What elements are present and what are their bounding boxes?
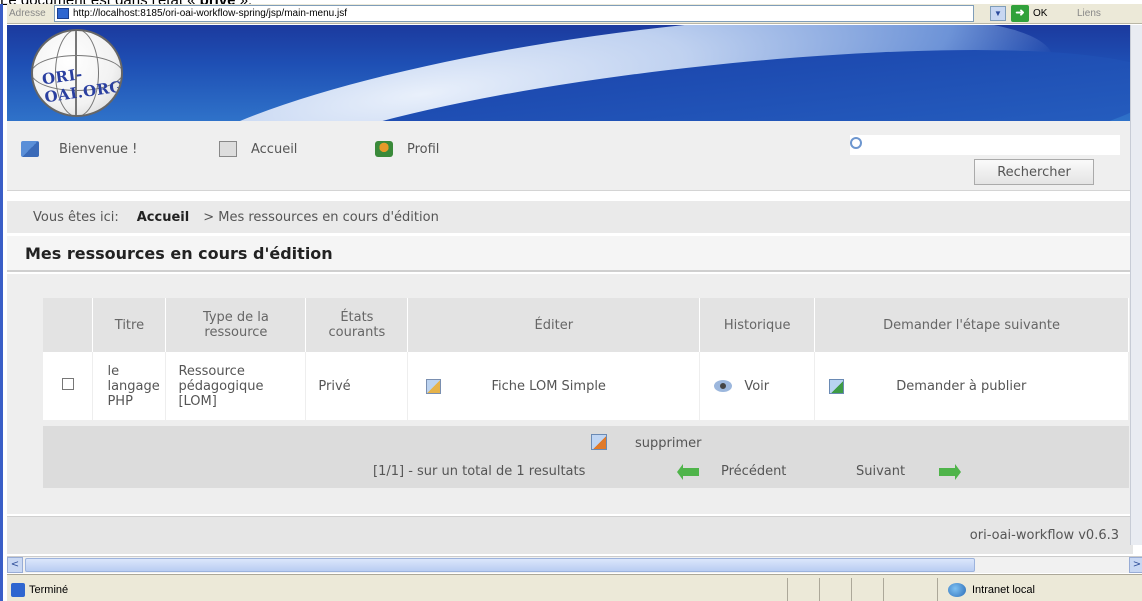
view-icon[interactable] [714, 380, 733, 392]
breadcrumb-current: > Mes ressources en cours d'édition [203, 209, 439, 225]
nav-home[interactable]: Accueil [219, 139, 297, 159]
scroll-right-icon[interactable]: > [1129, 557, 1142, 573]
header-type: Type de la ressource [165, 298, 307, 352]
cell-next-step: Demander à publier [814, 352, 1129, 420]
next-link[interactable]: Suivant [856, 464, 905, 479]
header-history: Historique [699, 298, 816, 352]
search-box: Rechercher [850, 135, 1120, 185]
delete-icon[interactable] [591, 434, 607, 450]
address-label: Adresse [9, 8, 46, 19]
status-bar: Terminé Intranet local [7, 574, 1142, 601]
links-toolbar[interactable]: Liens [1077, 8, 1101, 19]
breadcrumb: Vous êtes ici: Accueil > Mes ressources … [7, 201, 1133, 233]
security-zone-label: Intranet local [972, 584, 1035, 596]
header-states: États courants [305, 298, 409, 352]
scroll-thumb[interactable] [25, 558, 975, 572]
cell-title: le langage PHP [92, 352, 167, 420]
table-footer: supprimer [1/1] - sur un total de 1 resu… [43, 426, 1129, 488]
nav-welcome-label: Bienvenue ! [59, 141, 138, 157]
version-footer: ori-oai-workflow v0.6.3 [7, 516, 1133, 554]
site-banner: ORI-OAI.ORG [7, 25, 1133, 121]
main-nav: Bienvenue ! Accueil Profil Rechercher [7, 121, 1133, 191]
row-select-cell [43, 352, 94, 420]
page-status-icon [11, 583, 25, 597]
ori-oai-logo[interactable]: ORI-OAI.ORG [31, 29, 123, 117]
request-publish-link[interactable]: Demander à publier [896, 379, 1026, 394]
horizontal-scrollbar[interactable]: < > [7, 556, 1142, 573]
go-arrow-icon[interactable]: ➜ [1011, 5, 1029, 22]
security-zone[interactable]: Intranet local [937, 578, 1142, 601]
nav-welcome[interactable]: Bienvenue ! [21, 139, 137, 159]
edit-link[interactable]: Fiche LOM Simple [492, 379, 606, 394]
pagination-info: [1/1] - sur un total de 1 resultats [373, 464, 586, 479]
row-checkbox[interactable] [61, 378, 74, 390]
page-favicon-icon [57, 8, 69, 19]
header-edit: Éditer [407, 298, 701, 352]
previous-arrow-icon[interactable] [677, 464, 699, 480]
profile-icon [375, 141, 393, 157]
url-text[interactable]: http://localhost:8185/ori-oai-workflow-s… [73, 8, 347, 19]
next-arrow-icon[interactable] [939, 464, 961, 480]
scroll-left-icon[interactable]: < [7, 557, 23, 573]
address-field[interactable]: http://localhost:8185/ori-oai-workflow-s… [54, 5, 974, 22]
address-dropdown-icon[interactable]: ▼ [990, 6, 1006, 21]
search-icon [850, 137, 862, 149]
search-button[interactable]: Rechercher [974, 159, 1094, 185]
vertical-scrollbar[interactable] [1130, 25, 1142, 545]
view-history-link[interactable]: Voir [744, 379, 769, 394]
edit-icon[interactable] [426, 378, 442, 394]
cell-edit: Fiche LOM Simple [407, 352, 701, 420]
go-button-label[interactable]: OK [1033, 8, 1047, 19]
delete-link[interactable]: supprimer [635, 436, 701, 451]
status-text: Terminé [29, 584, 69, 596]
browser-window: Adresse http://localhost:8185/ori-oai-wo… [0, 4, 1142, 601]
page-title: Mes ressources en cours d'édition [7, 236, 1133, 272]
resources-panel: Titre Type de la ressource États courant… [7, 274, 1133, 514]
publish-icon[interactable] [829, 378, 845, 394]
nav-profile[interactable]: Profil [375, 139, 439, 159]
intranet-globe-icon [948, 583, 966, 597]
search-input[interactable] [868, 135, 1118, 155]
cell-type: Ressource pédagogique [LOM] [165, 352, 307, 420]
welcome-icon [21, 141, 39, 157]
breadcrumb-prefix: Vous êtes ici: [33, 209, 119, 225]
header-title: Titre [92, 298, 167, 352]
address-bar: Adresse http://localhost:8185/ori-oai-wo… [7, 4, 1142, 24]
table-header-row: Titre Type de la ressource États courant… [43, 298, 1129, 352]
header-next-step: Demander l'étape suivante [814, 298, 1129, 352]
resources-table: Titre Type de la ressource États courant… [43, 298, 1129, 420]
header-select [43, 298, 94, 352]
cell-state: Privé [305, 352, 409, 420]
previous-link[interactable]: Précédent [721, 464, 786, 479]
home-icon [219, 141, 237, 157]
breadcrumb-home-link[interactable]: Accueil [137, 210, 189, 225]
cell-history: Voir [699, 352, 816, 420]
nav-home-label: Accueil [251, 141, 298, 157]
table-row: le langage PHP Ressource pédagogique [LO… [43, 352, 1129, 420]
nav-profile-label: Profil [407, 141, 440, 157]
